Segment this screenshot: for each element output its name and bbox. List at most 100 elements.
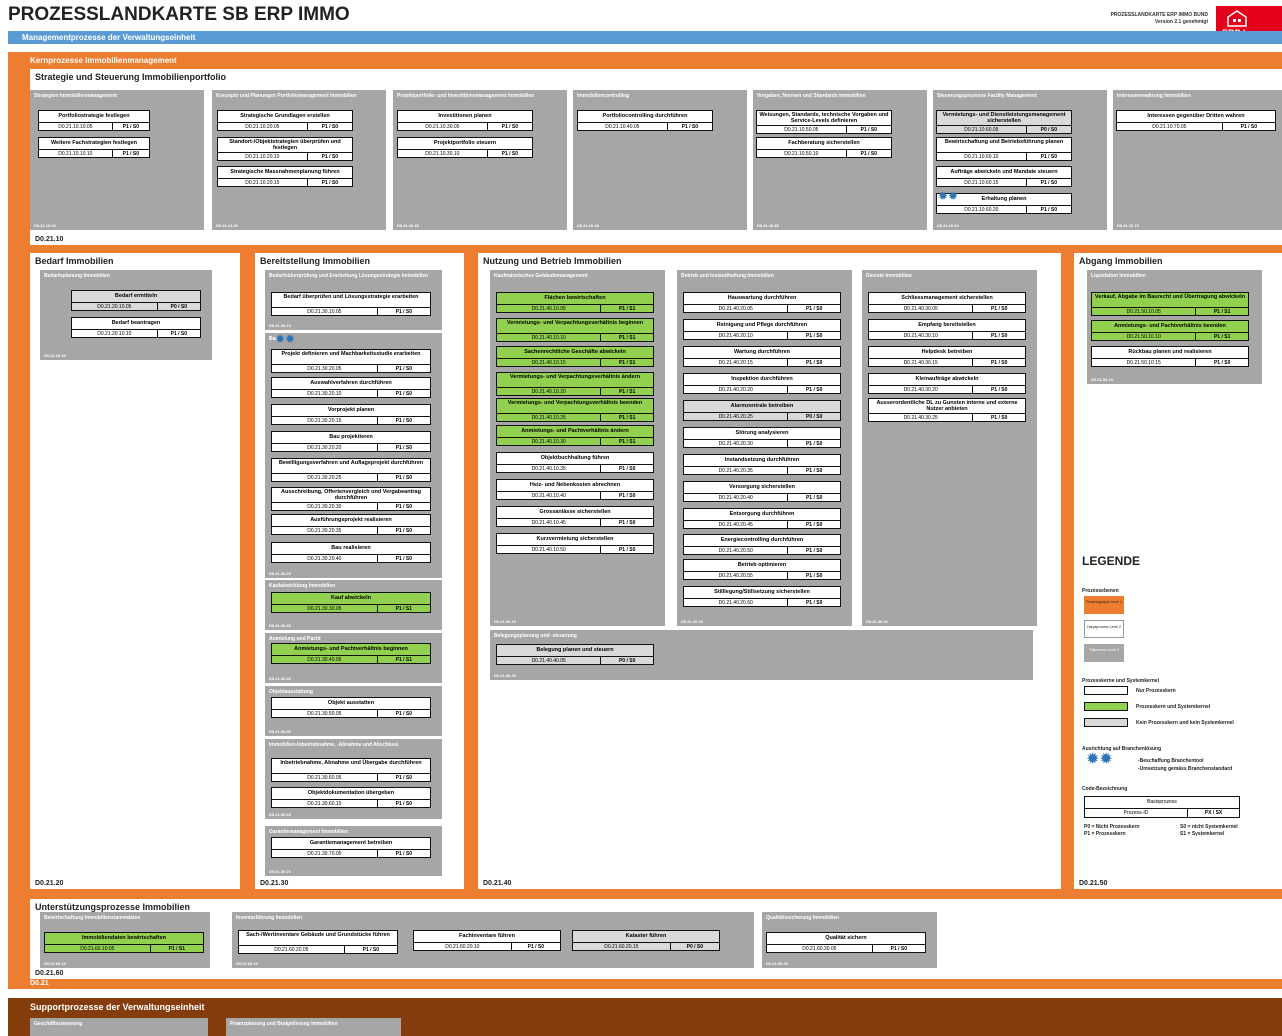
process-row: D0.21.40.10.20 P1 / S1: [497, 387, 653, 395]
process-status: P1 / S1: [618, 415, 636, 421]
process-id: D0.21.50.10.10: [1092, 333, 1197, 340]
process-id: D0.21.40.20.05: [684, 305, 789, 312]
process-id: D0.21.40.20.55: [684, 572, 789, 579]
process-box: Heiz- und Nebenkosten abrechnen D0.21.40.…: [496, 479, 654, 500]
process-row: D0.21.20.10.05 P0 / S0: [72, 302, 200, 310]
process-name: Belegung planen und steuern: [536, 647, 614, 653]
process-status: P1 / S1: [618, 389, 636, 395]
process-id: D0.21.30.20.20: [272, 444, 378, 451]
process-name: Ausserordentliche DL zu Gunsten interne …: [876, 400, 1018, 412]
process-id: D0.21.60.30.05: [767, 945, 873, 952]
legend-cores-title: Prozesskerne und Systemkernel: [1082, 678, 1159, 684]
process-status: P1 / S0: [395, 418, 413, 424]
process-id: D0.21.10.30.10: [398, 150, 488, 157]
process-id: D0.21.40.20.50: [684, 547, 789, 554]
process-row: D0.21.10.30.05 P1 / S0: [398, 122, 532, 130]
process-status: P1 / S0: [990, 415, 1008, 421]
legend-note: P0 = Nicht Prozesskern: [1084, 824, 1140, 830]
process-status: P1 / S0: [681, 124, 699, 130]
process-row: D0.21.10.20.10 P1 / S0: [218, 152, 352, 160]
process-id: D0.21.30.50.05: [272, 710, 378, 717]
process-status: P1 / S0: [805, 387, 823, 393]
process-id: D0.21.40.10.35: [497, 465, 602, 472]
process-status: P1 / S1: [618, 360, 636, 366]
process-row: D0.21.40.20.50 P1 / S0: [684, 546, 840, 554]
process-status: P1 / S0: [990, 360, 1008, 366]
process-id: D0.21.50.10.05: [1092, 308, 1197, 315]
process-box: Vorprojekt planen D0.21.30.20.15 P1 / S0: [271, 404, 431, 425]
process-id: D0.21.40.30.10: [869, 332, 974, 339]
process-row: D0.21.30.20.30 P1 / S0: [272, 502, 430, 510]
process-box: Projektportfolio steuern D0.21.10.30.10 P1…: [397, 137, 533, 158]
main-process-title: Strategien Immobilienmanagement: [34, 93, 118, 99]
main-process-title: Interessenwahrung Immobilien: [1117, 93, 1191, 99]
process-row: D0.21.30.20.05 P1 / S0: [272, 364, 430, 372]
process-id: D0.21.30.20.10: [272, 390, 378, 397]
process-name: Qualität sichern: [825, 935, 867, 941]
process-name: Auswahlverfahren durchführen: [310, 380, 392, 386]
process-box: Vermietungs- und Dienstleistungsmanageme…: [936, 110, 1072, 134]
process-id: D0.21.20.10.10: [72, 330, 158, 337]
process-name: Bewirtschaftung und Betriebsführung plan…: [944, 139, 1064, 145]
process-id: D0.21.40.40.05: [497, 657, 602, 664]
legend-code-id: Prozess-ID: [1085, 809, 1188, 817]
legend: LEGENDE Prozessebenen Prozessgruppe Leve…: [1078, 548, 1278, 848]
process-box: Objektbuchhaltung führen D0.21.40.10.35 P1…: [496, 452, 654, 473]
process-row: D0.21.40.20.15 P1 / S0: [684, 358, 840, 366]
legend-code-box: Basisprozess Prozess-ID PX / SX: [1084, 796, 1240, 818]
process-id: D0.21.40.20.30: [684, 440, 789, 447]
process-row: D0.21.40.20.10 P1 / S0: [684, 331, 840, 339]
process-name: Störung analysieren: [735, 430, 789, 436]
main-process-code: D0.21.10.50: [757, 223, 779, 228]
process-row: D0.21.30.20.40 P1 / S0: [272, 554, 430, 562]
process-id: D0.21.40.30.05: [869, 305, 974, 312]
process-id: D0.21.10.50.10: [757, 150, 847, 157]
process-row: D0.21.40.30.10 P1 / S0: [869, 331, 1025, 339]
main-process-code: D0.21.30.10: [269, 323, 291, 328]
process-status: P1 / S0: [890, 946, 908, 952]
main-process-title: Kaufabwicklung Immobilien: [269, 583, 336, 589]
process-id: D0.21.10.50.05: [757, 126, 847, 133]
process-row: D0.21.50.10.05 P1 / S1: [1092, 307, 1248, 315]
process-status: P1 / S1: [618, 335, 636, 341]
main-process-title: Betrieb und Instandhaltung Immobilien: [681, 273, 774, 279]
process-box: Grossanlässe sicherstellen D0.21.40.10.45…: [496, 506, 654, 527]
main-process-code: D0.21.50.10: [1091, 377, 1113, 382]
process-row: D0.21.30.40.05 P1 / S1: [272, 655, 430, 663]
process-status: P1 / S0: [395, 391, 413, 397]
process-name: Bau projektieren: [329, 434, 373, 440]
main-process-title: Objektausstattung: [269, 689, 313, 695]
process-name: Inspektion durchführen: [731, 376, 793, 382]
process-status: P1 / S0: [395, 309, 413, 315]
process-row: D0.21.10.60.15 P1 / S0: [937, 178, 1071, 186]
process-status: P1 / S0: [501, 151, 519, 157]
process-row: D0.21.40.20.40 P1 / S0: [684, 493, 840, 501]
support-processes-area: Supportprozesse der Verwaltungseinheit G…: [8, 998, 1282, 1036]
process-status: P1 / S0: [805, 495, 823, 501]
process-box: Anmietungs- und Pachtverhältnis beenden D…: [1091, 320, 1249, 341]
process-row: D0.21.40.20.55 P1 / S0: [684, 571, 840, 579]
process-box: Flächen bewirtschaften D0.21.40.10.05 P1 /…: [496, 292, 654, 313]
process-id: D0.21.60.20.05: [239, 946, 345, 953]
legend-note: S1 = Systemkernel: [1180, 831, 1225, 837]
process-name: Weisungen, Standards, technische Vorgabe…: [759, 112, 889, 124]
process-status: P1 / S0: [618, 466, 636, 472]
process-status: P1 / S0: [395, 775, 413, 781]
process-box: Bewilligungsverfahren und Auflageprojekt…: [271, 458, 431, 482]
support-label: Supportprozesse der Verwaltungseinheit: [30, 1002, 205, 1012]
process-box: Investitionen planen D0.21.10.30.05 P1 / S…: [397, 110, 533, 131]
process-status: P1 / S0: [395, 445, 413, 451]
process-name: Sachenrechtliche Geschäfte abwickeln: [524, 349, 626, 355]
panel-title: Bereitstellung Immobilien: [260, 256, 371, 266]
main-process-title: Anmietung und Pacht: [269, 636, 321, 642]
process-row: D0.21.40.20.30 P1 / S0: [684, 439, 840, 447]
process-id: D0.21.30.20.25: [272, 474, 378, 481]
process-row: D0.21.10.60.20 P1 / S0: [937, 205, 1071, 213]
legend-swatch-gray: [1084, 718, 1128, 727]
process-row: D0.21.40.10.45 P1 / S0: [497, 518, 653, 526]
process-id: D0.21.50.10.15: [1092, 359, 1197, 366]
process-name: Alarmzentrale betreiben: [730, 403, 794, 409]
process-row: D0.21.40.20.05 P1 / S0: [684, 304, 840, 312]
process-row: D0.21.10.20.15 P1 / S0: [218, 178, 352, 186]
process-status: P0 / S0: [686, 944, 704, 950]
